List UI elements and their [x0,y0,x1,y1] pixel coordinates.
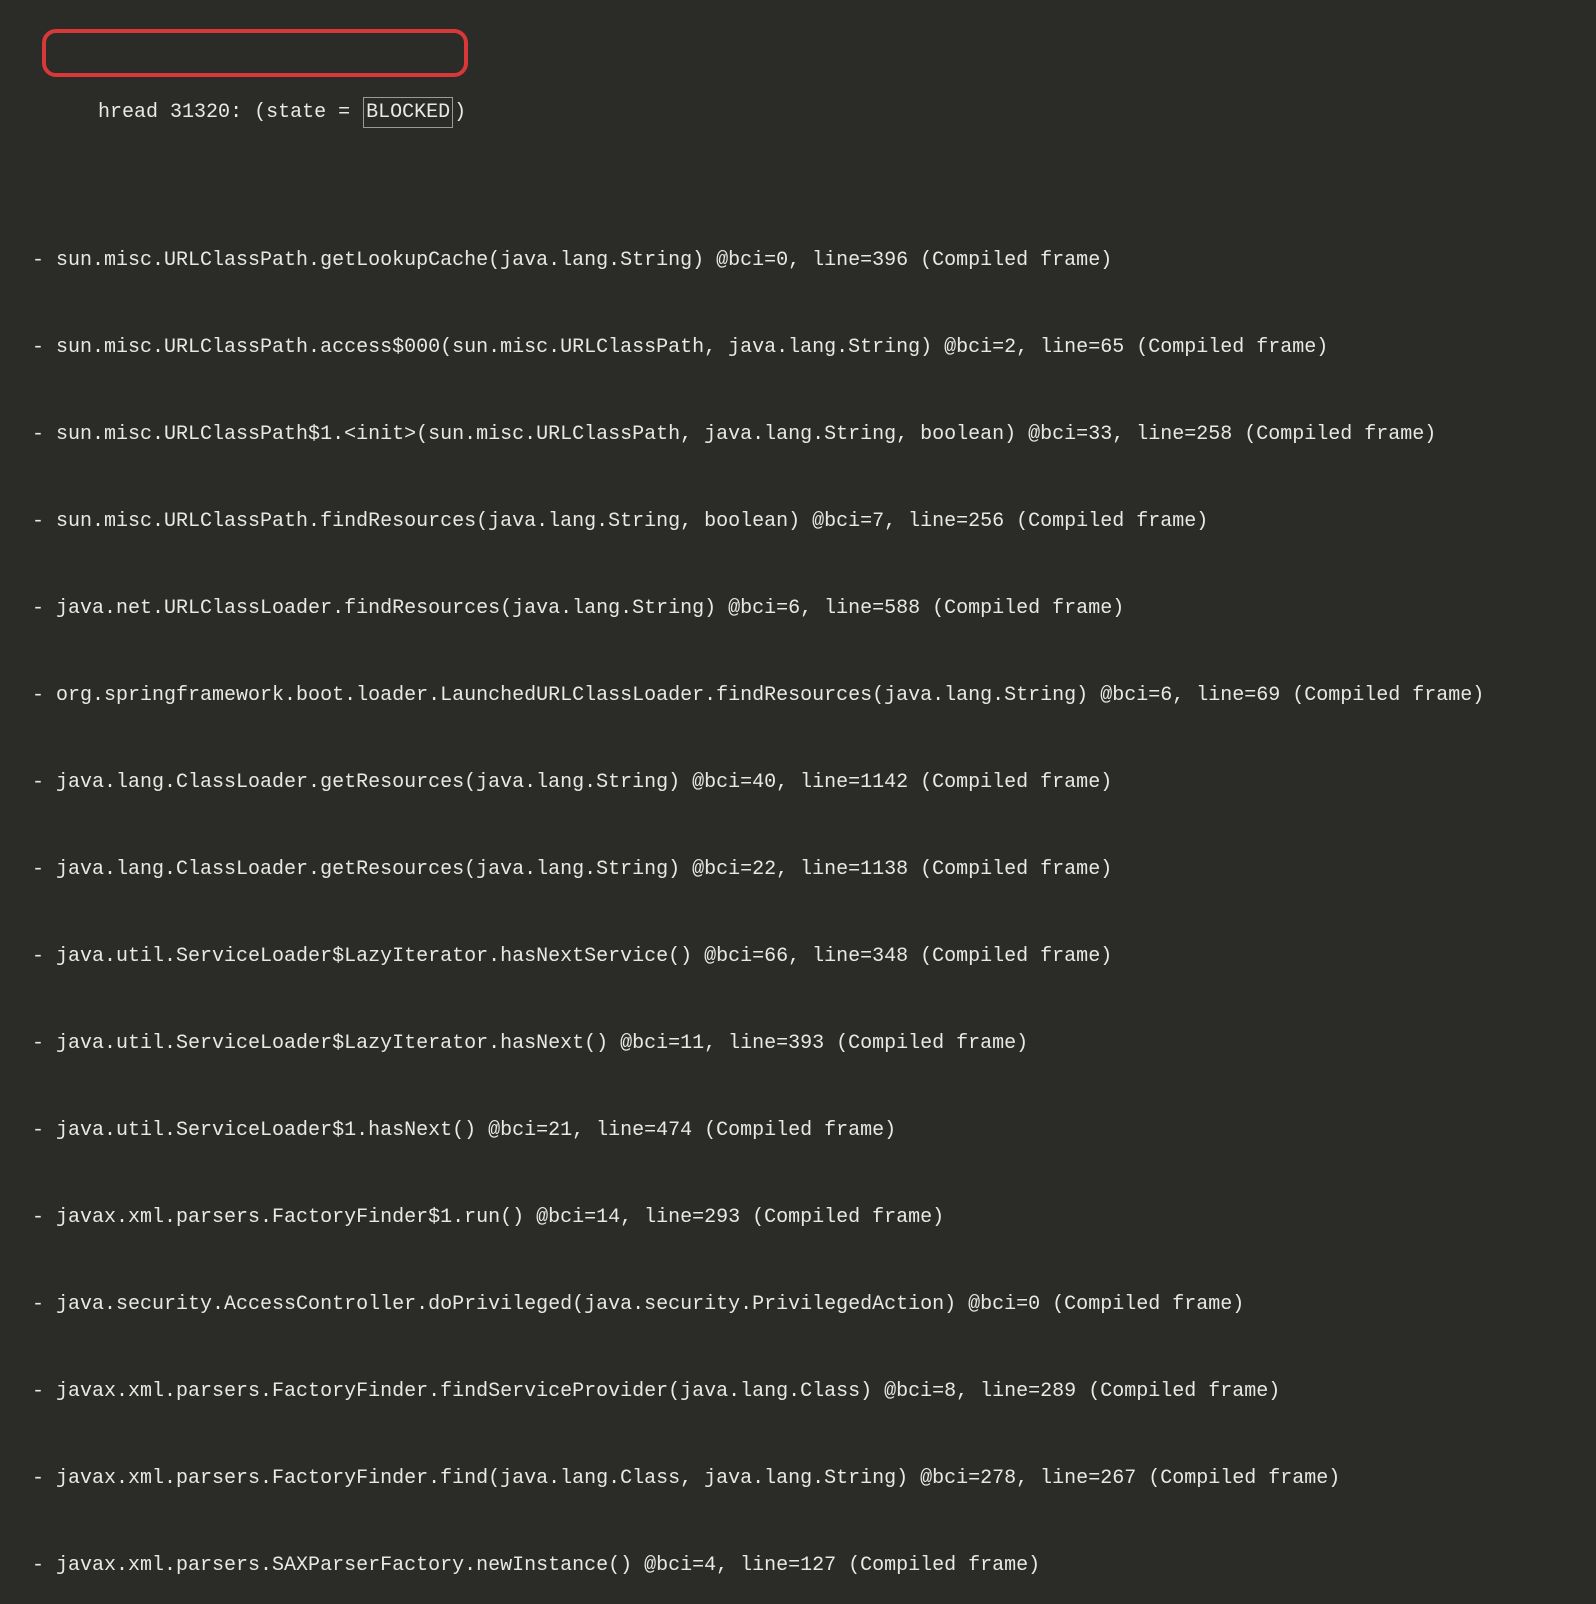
stack-frame: - sun.misc.URLClassPath$1.<init>(sun.mis… [20,420,1596,449]
stack-frame: - sun.misc.URLClassPath.access$000(sun.m… [20,333,1596,362]
stack-frame: - javax.xml.parsers.FactoryFinder.find(j… [20,1464,1596,1493]
state-label: : (state = [230,101,362,124]
stack-frame: - java.net.URLClassLoader.findResources(… [20,594,1596,623]
stack-frame: - javax.xml.parsers.SAXParserFactory.new… [20,1551,1596,1580]
stack-frame: - java.security.AccessController.doPrivi… [20,1290,1596,1319]
stack-frame: - java.lang.ClassLoader.getResources(jav… [20,768,1596,797]
stack-frame: - sun.misc.URLClassPath.getLookupCache(j… [20,246,1596,275]
stack-frame: - java.util.ServiceLoader$LazyIterator.h… [20,1029,1596,1058]
thread-state: BLOCKED [363,97,453,128]
thread-id: 31320 [170,101,230,124]
stack-frame: - javax.xml.parsers.FactoryFinder$1.run(… [20,1203,1596,1232]
thread-prefix: hread [98,101,170,124]
terminal-output: hread 31320: (state = BLOCKED) - sun.mis… [0,10,1596,1604]
stack-frame: - java.lang.ClassLoader.getResources(jav… [20,855,1596,884]
thread-header: hread 31320: (state = BLOCKED) [50,39,466,157]
stack-frame: - java.util.ServiceLoader$LazyIterator.h… [20,942,1596,971]
stack-frame: - org.springframework.boot.loader.Launch… [20,681,1596,710]
stack-frame: - java.util.ServiceLoader$1.hasNext() @b… [20,1116,1596,1145]
stack-frame: - sun.misc.URLClassPath.findResources(ja… [20,507,1596,536]
header-suffix: ) [454,101,466,124]
annotation-highlight [42,29,468,77]
stack-frames: - sun.misc.URLClassPath.getLookupCache(j… [20,188,1596,1604]
stack-frame: - javax.xml.parsers.FactoryFinder.findSe… [20,1377,1596,1406]
